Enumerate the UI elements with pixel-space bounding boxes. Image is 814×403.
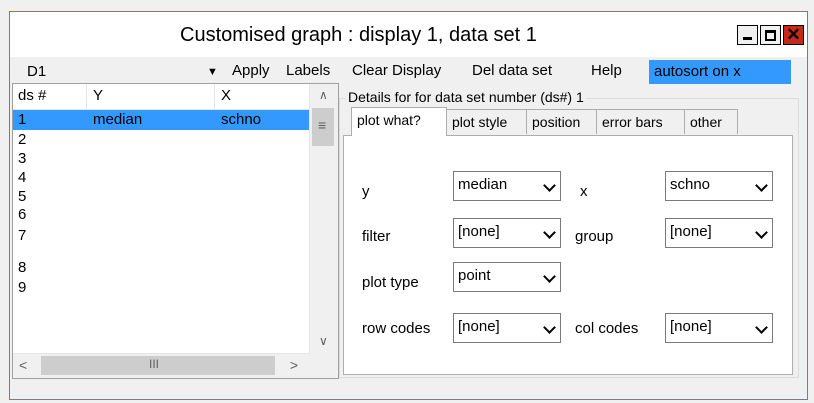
horizontal-scroll-thumb[interactable] <box>41 356 275 375</box>
list-row[interactable]: 1 median schno <box>13 110 310 130</box>
autosort-toggle[interactable]: autosort on x <box>649 60 791 84</box>
col-codes-select-value: [none] <box>670 318 712 335</box>
close-icon[interactable]: ✕ <box>783 25 804 45</box>
row-x: schno <box>221 111 262 128</box>
filter-select[interactable]: [none] <box>453 218 561 248</box>
labels-menu-item[interactable]: Labels <box>286 62 330 79</box>
apply-menu-item[interactable]: Apply <box>232 62 270 79</box>
vertical-scroll-thumb[interactable] <box>312 108 334 146</box>
column-header-y[interactable]: Y <box>93 87 103 104</box>
list-row[interactable]: 7 <box>13 226 310 246</box>
scroll-down-icon[interactable]: ∨ <box>319 334 328 348</box>
chevron-down-icon <box>755 321 768 334</box>
y-select[interactable]: median <box>453 171 561 201</box>
chevron-down-icon <box>543 226 556 239</box>
display-select[interactable]: D1 ▼ <box>22 61 224 83</box>
group-select-value: [none] <box>670 223 712 240</box>
row-ds: 8 <box>18 259 27 276</box>
tab-plot-style[interactable]: plot style <box>446 109 527 134</box>
row-codes-label: row codes <box>362 320 431 337</box>
scrollbar-corner <box>310 354 338 378</box>
group-select[interactable]: [none] <box>665 218 773 248</box>
dataset-list[interactable]: ds # Y X 1 median schno 2 3 4 5 6 7 8 9 … <box>12 83 339 379</box>
vertical-scrollbar[interactable]: ∧ ∨ <box>309 84 338 354</box>
tab-plot-what[interactable]: plot what? <box>351 107 447 136</box>
row-ds: 4 <box>18 169 27 186</box>
column-divider[interactable] <box>86 84 87 109</box>
x-label: x <box>580 183 588 200</box>
horizontal-scrollbar[interactable]: < > <box>13 353 310 378</box>
row-ds: 6 <box>18 206 27 223</box>
clear-display-menu-item[interactable]: Clear Display <box>352 62 441 79</box>
chevron-down-icon <box>543 270 556 283</box>
chevron-down-icon <box>543 321 556 334</box>
tab-position[interactable]: position <box>526 109 597 134</box>
window-controls: ✕ <box>737 25 804 45</box>
plot-type-label: plot type <box>362 274 419 291</box>
row-codes-select-value: [none] <box>458 318 500 335</box>
column-header-ds[interactable]: ds # <box>18 87 46 104</box>
plot-what-panel: y median x schno filter [none] group [no… <box>343 135 793 375</box>
plot-type-select-value: point <box>458 267 491 284</box>
group-label: group <box>575 228 614 245</box>
maximize-icon[interactable] <box>760 25 781 45</box>
tab-other[interactable]: other <box>684 109 738 134</box>
display-select-value: D1 <box>27 63 47 80</box>
scroll-left-icon[interactable]: < <box>19 357 27 373</box>
list-row[interactable]: 8 <box>13 258 310 278</box>
row-ds: 5 <box>18 188 27 205</box>
row-ds: 9 <box>18 279 27 296</box>
chevron-down-icon <box>543 179 556 192</box>
column-header-x[interactable]: X <box>221 87 231 104</box>
col-codes-label: col codes <box>575 320 639 337</box>
filter-select-value: [none] <box>458 223 500 240</box>
help-menu-item[interactable]: Help <box>591 62 622 79</box>
filter-label: filter <box>362 228 391 245</box>
y-label: y <box>362 183 370 200</box>
minimize-icon[interactable] <box>737 25 758 45</box>
x-select[interactable]: schno <box>665 171 773 201</box>
plot-type-select[interactable]: point <box>453 262 561 292</box>
row-ds: 1 <box>18 111 27 128</box>
dropdown-arrow-icon[interactable]: ▼ <box>207 61 218 83</box>
list-row[interactable]: 3 <box>13 149 310 169</box>
list-row[interactable]: 9 <box>13 278 310 298</box>
list-header: ds # Y X <box>13 84 310 110</box>
row-codes-select[interactable]: [none] <box>453 313 561 343</box>
x-select-value: schno <box>670 176 711 193</box>
y-select-value: median <box>458 176 508 193</box>
row-ds: 3 <box>18 150 27 167</box>
window-title: Customised graph : display 1, data set 1 <box>180 24 537 46</box>
scroll-right-icon[interactable]: > <box>290 357 298 373</box>
list-row[interactable]: 2 <box>13 130 310 150</box>
title-bar[interactable]: Customised graph : display 1, data set 1… <box>10 12 807 57</box>
scroll-up-icon[interactable]: ∧ <box>319 88 328 102</box>
column-divider[interactable] <box>214 84 215 109</box>
col-codes-select[interactable]: [none] <box>665 313 773 343</box>
details-group-label: Details for for data set number (ds#) 1 <box>346 89 586 105</box>
row-ds: 2 <box>18 131 27 148</box>
tab-error-bars[interactable]: error bars <box>596 109 685 134</box>
del-data-set-menu-item[interactable]: Del data set <box>472 62 552 79</box>
list-row[interactable]: 5 <box>13 187 310 207</box>
row-ds: 7 <box>18 227 27 244</box>
list-row[interactable]: 4 <box>13 168 310 188</box>
chevron-down-icon <box>755 226 768 239</box>
row-y: median <box>93 111 143 128</box>
chevron-down-icon <box>755 179 768 192</box>
